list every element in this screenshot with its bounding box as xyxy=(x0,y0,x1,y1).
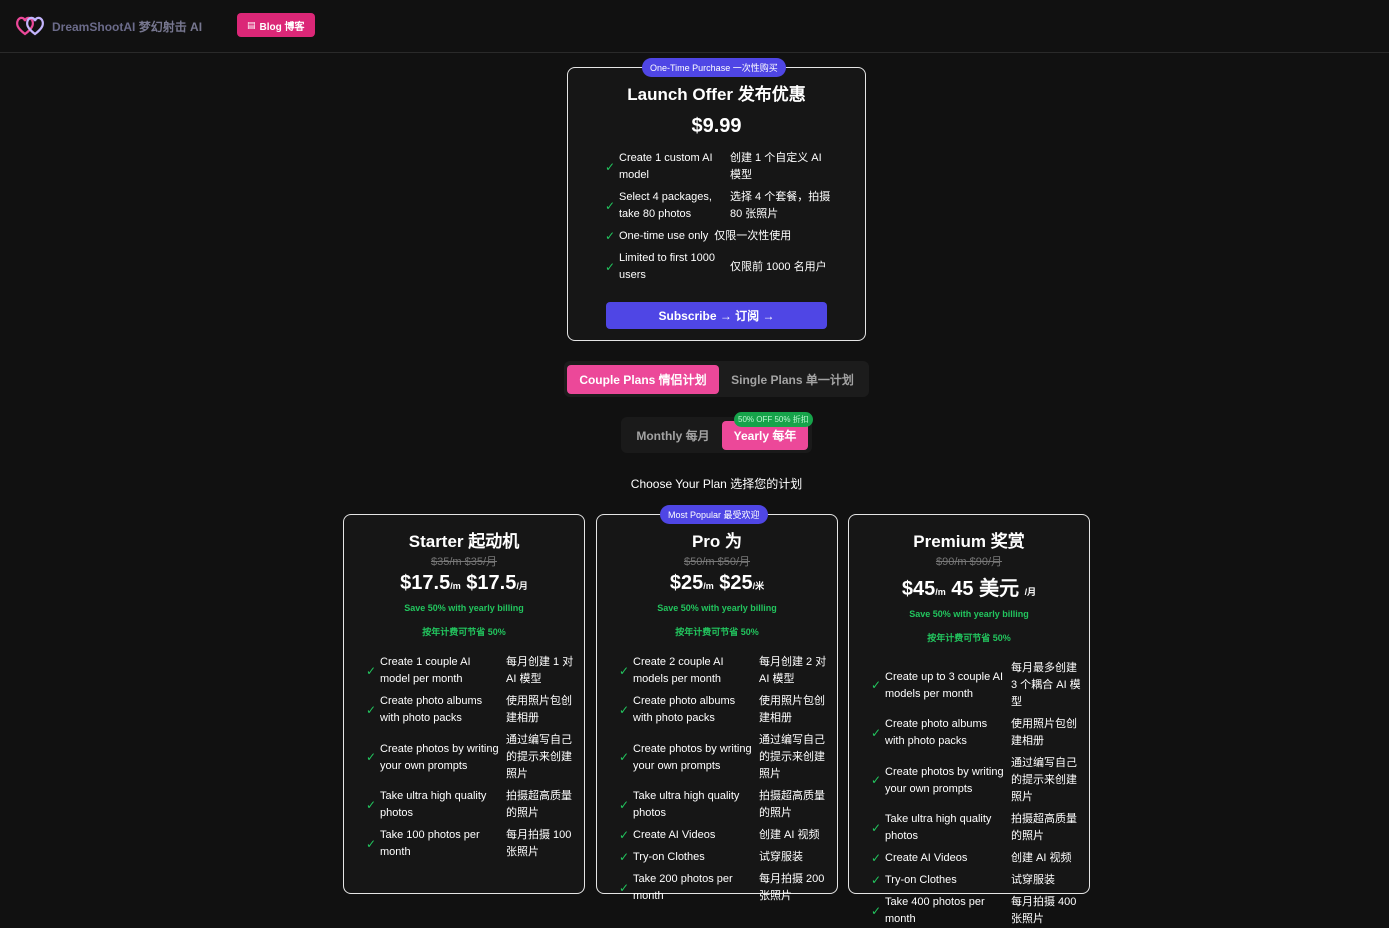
check-icon: ✓ xyxy=(619,702,630,717)
check-icon: ✓ xyxy=(605,259,616,274)
check-icon: ✓ xyxy=(605,229,616,243)
list-item: ✓ Create AI Videos 创建 AI 视频 xyxy=(619,828,820,842)
plan-type-toggle: Couple Plans 情侣计划 Single Plans 单一计划 xyxy=(564,361,869,397)
check-icon: ✓ xyxy=(366,836,377,851)
billing-toggle: Monthly 每月 50% OFF 50% 折扣 Yearly 每年 xyxy=(621,411,813,453)
list-item: ✓ Create photo albums with photo packs 使用照… xyxy=(619,695,825,724)
check-icon: ✓ xyxy=(619,663,630,678)
old-price: $50/m $50/月 xyxy=(683,556,751,568)
tab-yearly[interactable]: 50% OFF 50% 折扣 Yearly 每年 xyxy=(722,411,813,450)
list-item: ✓ Create photos by writing your own promp… xyxy=(366,734,572,780)
check-icon: ✓ xyxy=(366,702,377,717)
check-icon: ✓ xyxy=(366,797,377,812)
old-price: $90/m $90/月 xyxy=(935,556,1003,568)
check-icon: ✓ xyxy=(619,828,630,842)
save-note-cn: 按年计费可节省 50% xyxy=(927,633,1011,643)
check-icon: ✓ xyxy=(619,750,630,764)
plan-feature-list: ✓ Create 2 couple AI models per month 每月创建… xyxy=(619,654,829,905)
launch-price: $9.99 xyxy=(691,115,742,137)
check-icon: ✓ xyxy=(871,678,882,692)
plan-card-pro: Most Popular 最受欢迎 Pro 为 $50/m $50/月 $25/… xyxy=(596,505,838,902)
list-item: ✓ Take ultra high quality photos 拍摄超高质量的照片 xyxy=(871,813,1077,842)
list-item: ✓ Limited to first 1000 users 仅限前 1000 名用户 xyxy=(605,252,827,281)
launch-title: Launch Offer 发布优惠 xyxy=(627,85,806,104)
list-item: ✓ Take ultra high quality photos 拍摄超高质量的照片 xyxy=(366,790,572,819)
tab-single-plans[interactable]: Single Plans 单一计划 xyxy=(719,365,866,394)
list-item: ✓ Create 2 couple AI models per month 每月创建… xyxy=(619,656,827,685)
old-price: $35/m $35/月 xyxy=(430,556,498,568)
check-icon: ✓ xyxy=(871,725,882,740)
check-icon: ✓ xyxy=(619,880,630,895)
tab-monthly[interactable]: Monthly 每月 xyxy=(624,421,722,450)
plan-title: Pro 为 xyxy=(691,532,743,551)
check-icon: ✓ xyxy=(605,198,616,213)
check-icon: ✓ xyxy=(619,797,630,812)
check-icon: ✓ xyxy=(871,873,882,887)
hearts-logo-icon xyxy=(16,16,44,36)
one-time-badge: One-Time Purchase 一次性购买 xyxy=(642,58,786,77)
plan-price: $45/m 45 美元 /月 xyxy=(901,578,1037,600)
check-icon: ✓ xyxy=(871,903,882,918)
plan-price: $25/m $25/米 xyxy=(669,572,765,594)
newspaper-icon: ▤ xyxy=(247,19,256,30)
check-icon: ✓ xyxy=(366,750,377,764)
list-item: ✓ Take 200 photos per month 每月拍摄 200 张照片 xyxy=(619,873,825,902)
plan-title: Starter 起动机 xyxy=(408,532,520,551)
list-item: ✓ Take ultra high quality photos 拍摄超高质量的照片 xyxy=(619,790,825,819)
plan-price: $17.5/m $17.5/月 xyxy=(400,572,528,594)
tab-couple-plans[interactable]: Couple Plans 情侣计划 xyxy=(567,364,719,394)
list-item: ✓ Select 4 packages, take 80 photos 选择 4 个… xyxy=(605,191,831,220)
save-note: Save 50% with yearly billing xyxy=(404,603,524,613)
blog-button[interactable]: ▤ Blog 博客 xyxy=(237,13,315,37)
logo-text: DreamShootAI 梦幻射击 AI xyxy=(52,19,203,34)
check-icon: ✓ xyxy=(605,159,616,174)
subscribe-button[interactable]: Subscribe → 订阅 → xyxy=(606,302,827,329)
most-popular-badge: Most Popular 最受欢迎 xyxy=(660,505,768,524)
plan-title: Premium 奖赏 xyxy=(913,532,1025,551)
save-note: Save 50% with yearly billing xyxy=(909,609,1029,619)
list-item: ✓ Create photo albums with photo packs 使用照… xyxy=(871,718,1077,747)
plan-card-starter: Starter 起动机 $35/m $35/月 $17.5/m $17.5/月 … xyxy=(343,514,585,894)
list-item: ✓ Create 1 custom AI model 创建 1 个自定义 AI 模型 xyxy=(605,152,822,181)
check-icon: ✓ xyxy=(619,850,630,864)
list-item: ✓ Try-on Clothes 试穿服装 xyxy=(871,873,1055,887)
list-item: ✓ Create photos by writing your own promp… xyxy=(619,734,825,780)
check-icon: ✓ xyxy=(871,851,882,865)
list-item: ✓ Take 100 photos per month 每月拍摄 100 张照片 xyxy=(366,829,572,858)
top-header: DreamShootAI 梦幻射击 AI ▤ Blog 博客 xyxy=(0,0,1389,53)
check-icon: ✓ xyxy=(366,663,377,678)
list-item: ✓ Take 400 photos per month 每月拍摄 400 张照片 xyxy=(871,896,1077,925)
list-item: ✓ Create 1 couple AI model per month 每月创建 … xyxy=(366,656,574,685)
discount-badge: 50% OFF 50% 折扣 xyxy=(734,411,813,427)
list-item: ✓ One-time use only 仅限一次性使用 xyxy=(605,229,792,243)
save-note: Save 50% with yearly billing xyxy=(657,603,777,613)
blog-label: Blog 博客 xyxy=(259,21,305,33)
list-item: ✓ Create AI Videos 创建 AI 视频 xyxy=(871,851,1072,865)
check-icon: ✓ xyxy=(871,773,882,787)
save-note-cn: 按年计费可节省 50% xyxy=(675,627,759,637)
logo[interactable]: DreamShootAI 梦幻射击 AI xyxy=(15,15,202,37)
plan-feature-list: ✓ Create 1 couple AI model per month 每月创建 … xyxy=(366,654,576,861)
list-item: ✓ Create photos by writing your own promp… xyxy=(871,757,1077,803)
plan-card-premium: Premium 奖赏 $90/m $90/月 $45/m 45 美元 /月 Sa… xyxy=(848,514,1090,925)
list-item: ✓ Create photo albums with photo packs 使用照… xyxy=(366,695,572,724)
list-item: ✓ Create up to 3 couple AI models per mon… xyxy=(871,662,1081,708)
list-item: ✓ Try-on Clothes 试穿服装 xyxy=(619,850,803,864)
plan-feature-list: ✓ Create up to 3 couple AI models per mon… xyxy=(871,660,1081,928)
launch-offer-card: One-Time Purchase 一次性购买 Launch Offer 发布优… xyxy=(567,58,866,341)
save-note-cn: 按年计费可节省 50% xyxy=(422,627,506,637)
check-icon: ✓ xyxy=(871,820,882,835)
launch-feature-list: ✓ Create 1 custom AI model 创建 1 个自定义 AI 模型… xyxy=(605,150,835,284)
tab-yearly-label: Yearly 每年 xyxy=(733,428,797,443)
choose-plan-heading: Choose Your Plan 选择您的计划 xyxy=(630,477,803,491)
